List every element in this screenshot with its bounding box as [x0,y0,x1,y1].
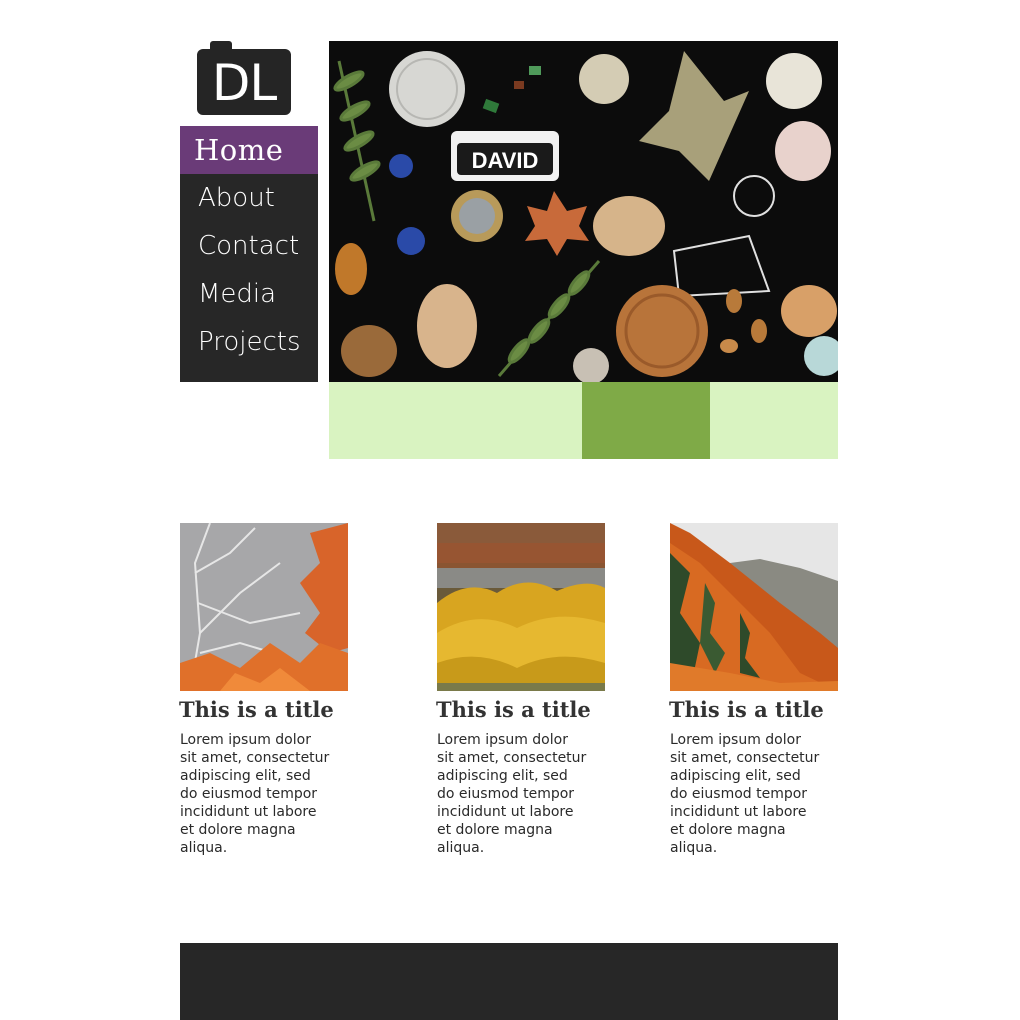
content-card-2: This is a title Lorem ipsum dolor sit am… [436,523,605,857]
hero-slider-pager[interactable] [329,382,838,459]
card-text: Lorem ipsum dolor sit amet, consectetur … [670,732,820,856]
site-logo[interactable]: DL [197,41,291,115]
slider-active-indicator[interactable] [582,382,710,459]
content-card-1: This is a title Lorem ipsum dolor sit am… [179,523,348,857]
card-image[interactable] [437,523,605,691]
nav-item-projects[interactable]: Projects [180,318,318,366]
nav-item-home[interactable]: Home [180,126,318,174]
content-card-3: This is a title Lorem ipsum dolor sit am… [669,523,838,857]
card-title: This is a title [669,697,824,722]
card-image[interactable] [180,523,348,691]
logo-camera-body: DL [197,49,291,115]
card-title: This is a title [179,697,334,722]
site-footer [180,943,838,1020]
card-title: This is a title [436,697,591,722]
card-text: Lorem ipsum dolor sit amet, consectetur … [437,732,587,856]
logo-text: DL [211,54,277,112]
nav-item-about[interactable]: About [180,174,318,222]
main-nav: Home About Contact Media Projects [180,126,318,382]
card-text: Lorem ipsum dolor sit amet, consectetur … [180,732,330,856]
svg-text:DAVID: DAVID [472,148,539,173]
hero-image: DAVID [329,41,838,382]
nav-item-contact[interactable]: Contact [180,222,318,270]
nav-item-media[interactable]: Media [180,270,318,318]
card-image[interactable] [670,523,838,691]
